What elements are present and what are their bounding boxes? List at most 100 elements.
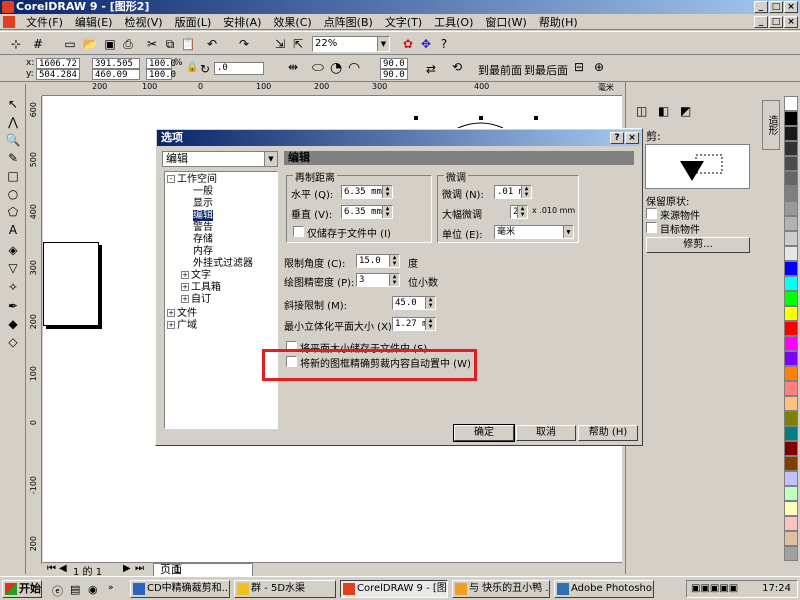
desktop-icon[interactable]: ▤ xyxy=(70,583,80,596)
ellipse-tool-icon[interactable]: ○ xyxy=(5,186,21,202)
page-tab[interactable]: 页面 1 xyxy=(153,563,253,577)
color-swatch[interactable] xyxy=(784,306,798,321)
source-object-checkbox[interactable] xyxy=(646,208,657,219)
constrain-angle-spinner[interactable]: 15.0 ▲ ▼ xyxy=(356,254,400,268)
interactive-fill-icon[interactable]: ◈ xyxy=(5,242,21,258)
menu-bitmaps[interactable]: 点阵图(B) xyxy=(318,14,379,30)
color-swatch[interactable] xyxy=(784,246,798,261)
ok-button[interactable]: 确定 xyxy=(453,424,515,442)
cut-icon[interactable]: ✂ xyxy=(144,36,160,52)
save-icon[interactable]: ▣ xyxy=(102,36,118,52)
menu-effects[interactable]: 效果(C) xyxy=(267,14,317,30)
start-button[interactable]: 开始 xyxy=(2,580,42,598)
tray-icons[interactable]: ▣▣▣▣▣ xyxy=(691,581,738,597)
app-launcher-icon[interactable]: ✿ xyxy=(400,36,416,52)
category-select[interactable]: 编辑 ▼ xyxy=(162,151,278,167)
color-swatch[interactable] xyxy=(784,531,798,546)
ellipse-icon[interactable]: ⬭ xyxy=(312,60,324,76)
color-swatch[interactable] xyxy=(784,111,798,126)
convert-icon[interactable]: ⟲ xyxy=(452,60,462,74)
color-palette[interactable] xyxy=(784,96,798,574)
freehand-tool-icon[interactable]: ✎ xyxy=(5,150,21,166)
polygon-tool-icon[interactable]: ⬠ xyxy=(5,204,21,220)
end-angle-field[interactable]: 90.0 xyxy=(380,69,408,80)
eyedropper-icon[interactable]: ⟡ xyxy=(5,278,21,294)
zoom-select[interactable]: 22% ▼ xyxy=(312,36,390,52)
pick-tool-icon[interactable]: ↖ xyxy=(5,96,21,112)
help-button[interactable]: 帮助 (H) xyxy=(578,425,638,441)
import-icon[interactable]: ⇲ xyxy=(272,36,288,52)
doc-close-button[interactable]: × xyxy=(784,16,798,28)
color-swatch[interactable] xyxy=(784,186,798,201)
grid-icon[interactable]: # xyxy=(30,36,46,52)
dialog-close-button[interactable]: × xyxy=(625,132,639,144)
tree-item-edit[interactable]: 编辑 xyxy=(193,210,213,222)
tree-item-display[interactable]: 显示 xyxy=(193,198,213,210)
transparency-icon[interactable]: ▽ xyxy=(5,260,21,276)
color-swatch[interactable] xyxy=(784,546,798,561)
export-icon[interactable]: ⇱ xyxy=(290,36,306,52)
tree-item-workspace[interactable]: - 工作空间 xyxy=(167,174,217,186)
tree-item-customize[interactable]: + 自订 xyxy=(181,294,211,306)
menu-layout[interactable]: 版面(L) xyxy=(169,14,218,30)
tree-item-toolbox[interactable]: + 工具箱 xyxy=(181,282,221,294)
first-page-icon[interactable]: ⏮ xyxy=(47,563,56,574)
doc-minimize-button[interactable]: _ xyxy=(754,16,768,28)
tree-item-save[interactable]: 存储 xyxy=(193,234,213,246)
color-swatch[interactable] xyxy=(784,501,798,516)
color-swatch[interactable] xyxy=(784,471,798,486)
minimize-button[interactable]: _ xyxy=(754,1,768,13)
width-field[interactable]: 391.505 mm xyxy=(92,58,140,79)
zoom-tool-icon[interactable]: 🔍 xyxy=(5,132,21,148)
print-icon[interactable]: ⎙ xyxy=(120,36,136,52)
trim-icon[interactable]: ◧ xyxy=(658,104,669,118)
new-file-icon[interactable]: ▭ xyxy=(62,36,78,52)
next-page-icon[interactable]: ▶ xyxy=(123,563,131,574)
quicklaunch-more-icon[interactable]: » xyxy=(108,583,114,593)
menu-tools[interactable]: 工具(O) xyxy=(428,14,479,30)
arc-icon[interactable]: ◠ xyxy=(348,60,360,76)
color-swatch[interactable] xyxy=(784,276,798,291)
vertical-spinner[interactable]: 6.35 mm ▲ ▼ xyxy=(341,205,393,219)
tree-item-global[interactable]: + 广域 xyxy=(167,320,197,332)
color-swatch[interactable] xyxy=(784,321,798,336)
menu-window[interactable]: 窗口(W) xyxy=(479,14,532,30)
weld-icon[interactable]: ◫ xyxy=(636,104,647,118)
color-swatch[interactable] xyxy=(784,411,798,426)
tree-item-plugins[interactable]: 外挂式过滤器 xyxy=(193,258,253,270)
open-folder-icon[interactable]: 📂 xyxy=(82,36,98,52)
cancel-button[interactable]: 取消 xyxy=(516,425,576,441)
mirror-icon[interactable]: ⇹ xyxy=(288,60,298,74)
task-photoshop[interactable]: Adobe Photoshop xyxy=(554,580,654,598)
fill-bucket-icon[interactable]: ◆ xyxy=(5,316,21,332)
target-object-checkbox[interactable] xyxy=(646,222,657,233)
tree-item-general[interactable]: 一般 xyxy=(193,186,213,198)
color-swatch[interactable] xyxy=(784,291,798,306)
miter-limit-spinner[interactable]: 45.0 ▲ ▼ xyxy=(392,296,436,310)
menu-arrange[interactable]: 安排(A) xyxy=(217,14,267,30)
color-swatch[interactable] xyxy=(784,126,798,141)
wrap-text-icon[interactable]: ⊟ xyxy=(574,60,584,74)
last-page-icon[interactable]: ⏭ xyxy=(135,563,144,574)
document-icon[interactable] xyxy=(3,16,15,28)
scale-x-field[interactable]: 100.0 xyxy=(146,58,176,69)
whats-this-icon[interactable]: ? xyxy=(436,36,452,52)
min-extrude-spinner[interactable]: 1.27 mm ▲ ▼ xyxy=(392,317,436,331)
menu-help[interactable]: 帮助(H) xyxy=(533,14,584,30)
undo-icon[interactable]: ↶ xyxy=(204,36,220,52)
media-icon[interactable]: ◉ xyxy=(88,583,98,596)
nudge-spinner[interactable]: .01 mm ▲ ▼ xyxy=(494,185,532,199)
color-swatch[interactable] xyxy=(784,216,798,231)
menu-text[interactable]: 文字(T) xyxy=(379,14,428,30)
tree-item-memory[interactable]: 内存 xyxy=(193,246,213,258)
doc-restore-button[interactable]: □ xyxy=(769,16,783,28)
copy-icon[interactable]: ⧉ xyxy=(162,36,178,52)
menu-view[interactable]: 检视(V) xyxy=(118,14,168,30)
y-position-field[interactable]: 504.284 xyxy=(36,69,80,80)
color-swatch[interactable] xyxy=(784,426,798,441)
tree-item-document[interactable]: + 文件 xyxy=(167,308,197,320)
task-chat-group[interactable]: 群 - 5D水渠 xyxy=(234,580,336,598)
color-swatch[interactable] xyxy=(784,156,798,171)
outline-pen-icon[interactable]: ✒ xyxy=(5,298,21,314)
direction-icon[interactable]: ⇄ xyxy=(426,62,436,76)
